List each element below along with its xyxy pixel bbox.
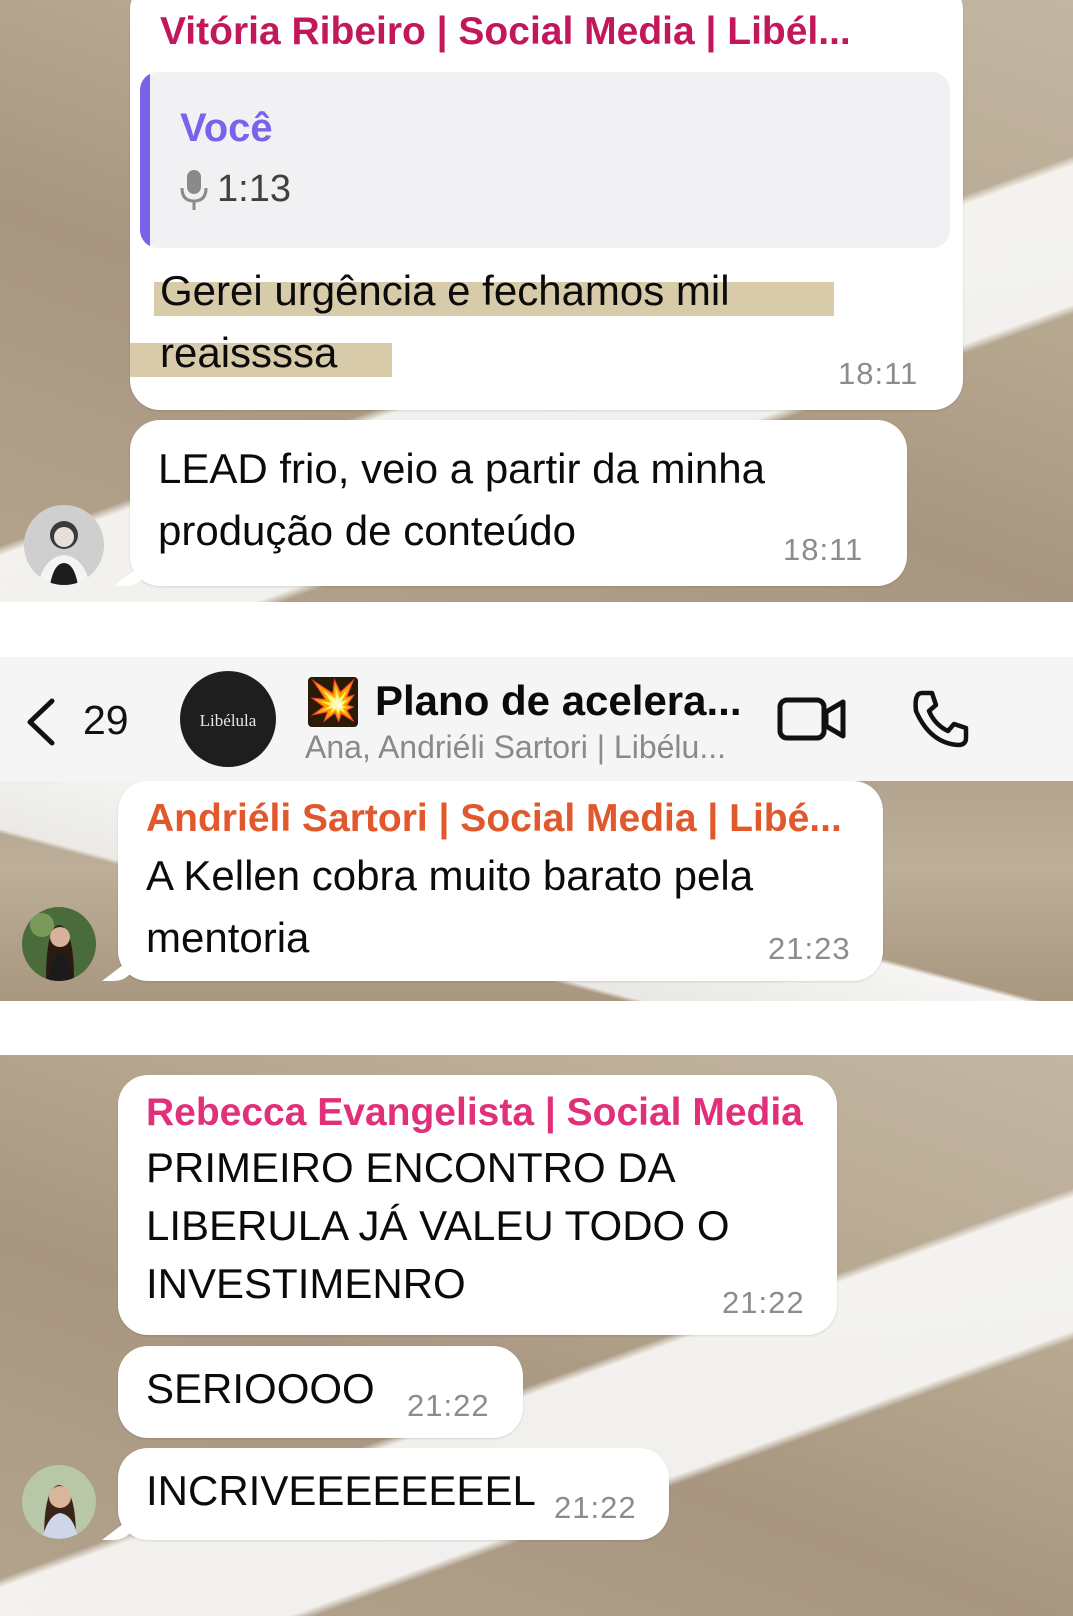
message-bubble-incrivel[interactable]: INCRIVEEEEEEEEL 21:22 bbox=[102, 1448, 669, 1540]
sender-name: Rebecca Evangelista | Social Media bbox=[146, 1091, 803, 1134]
message-bubble-lead[interactable]: LEAD frio, veio a partir da minha produç… bbox=[114, 420, 907, 586]
chat-subtitle[interactable]: Ana, Andriéli Sartori | Libélu... bbox=[305, 729, 726, 766]
chat-title[interactable]: Plano de acelera... bbox=[375, 677, 742, 725]
message-time: 21:22 bbox=[554, 1490, 637, 1525]
message-bubble-andrieli[interactable]: Andriéli Sartori | Social Media | Libé..… bbox=[102, 781, 883, 981]
bubble-tail bbox=[102, 955, 136, 981]
chevron-left-icon[interactable] bbox=[22, 697, 58, 752]
chat-panel-2: Andriéli Sartori | Social Media | Libé..… bbox=[0, 781, 1073, 1001]
bubble-tail bbox=[114, 560, 148, 586]
group-avatar-logo: Libélula bbox=[199, 711, 257, 730]
phone-icon[interactable] bbox=[910, 689, 970, 754]
sender-name: Vitória Ribeiro | Social Media | Libél..… bbox=[160, 10, 851, 53]
voice-duration: 1:13 bbox=[217, 168, 291, 210]
chat-header: 29 Libélula 💥 Plano de acelera... Ana, A… bbox=[0, 657, 1073, 782]
chat-panel-3: Rebecca Evangelista | Social Media PRIME… bbox=[0, 1055, 1073, 1616]
avatar[interactable] bbox=[22, 907, 96, 981]
group-avatar[interactable]: Libélula bbox=[180, 671, 276, 767]
group-emoji: 💥 bbox=[308, 677, 358, 727]
bubble-tail bbox=[102, 1514, 136, 1540]
message-time: 21:22 bbox=[407, 1388, 490, 1423]
message-text: INCRIVEEEEEEEEL bbox=[146, 1467, 536, 1514]
avatar[interactable] bbox=[22, 1465, 96, 1539]
chat-panel-1: Vitória Ribeiro | Social Media | Libél..… bbox=[0, 0, 1073, 602]
message-time: 21:22 bbox=[722, 1285, 805, 1320]
sender-name: Andriéli Sartori | Social Media | Libé..… bbox=[146, 797, 842, 840]
microphone-icon bbox=[178, 168, 210, 217]
message-time: 21:23 bbox=[768, 931, 851, 966]
unread-count[interactable]: 29 bbox=[83, 697, 129, 744]
message-text: Gerei urgência e fechamos mil reaissssa bbox=[160, 267, 730, 376]
message-text: SERIOOOO bbox=[146, 1365, 375, 1412]
message-bubble-serio[interactable]: SERIOOOO 21:22 bbox=[118, 1346, 523, 1438]
quoted-author: Você bbox=[180, 106, 273, 150]
message-bubble-vitoria[interactable]: Vitória Ribeiro | Social Media | Libél..… bbox=[130, 0, 963, 410]
message-bubble-rebecca[interactable]: Rebecca Evangelista | Social Media PRIME… bbox=[118, 1075, 837, 1335]
avatar[interactable] bbox=[24, 505, 104, 585]
video-camera-icon[interactable] bbox=[777, 694, 847, 749]
message-time: 18:11 bbox=[783, 532, 864, 567]
message-time: 18:11 bbox=[838, 356, 919, 391]
quoted-reply[interactable]: Você 1:13 bbox=[140, 72, 950, 248]
message-text: A Kellen cobra muito barato pela mentori… bbox=[146, 852, 754, 961]
quote-accent-bar bbox=[140, 72, 150, 248]
